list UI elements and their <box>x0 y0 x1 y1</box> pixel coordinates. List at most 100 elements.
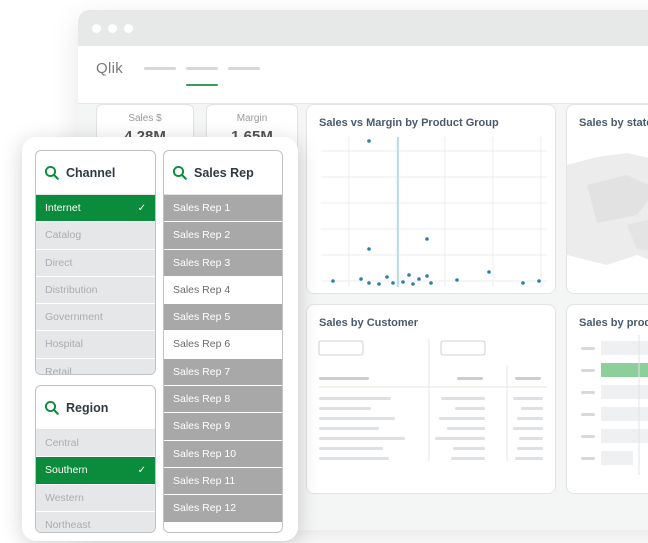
channel-item-retail[interactable]: Retail <box>36 358 155 375</box>
scatter-point[interactable] <box>391 281 395 285</box>
app-header: Qlik <box>78 46 648 104</box>
channel-item-internet[interactable]: Internet ✓ <box>36 195 155 223</box>
window-titlebar <box>78 10 648 46</box>
scatter-point[interactable] <box>537 279 541 283</box>
region-item-central[interactable]: Central <box>36 430 155 458</box>
scatter-point[interactable] <box>367 139 371 143</box>
sales-rep-item-4[interactable]: Sales Rep 4 <box>164 276 282 305</box>
sales-rep-item-label: Sales Rep 5 <box>173 311 231 324</box>
nav-tab-1[interactable] <box>144 67 176 70</box>
product-bar-chart <box>581 335 648 475</box>
sales-rep-item-2[interactable]: Sales Rep 2 <box>164 222 282 250</box>
product-bar-card[interactable]: Sales by prod <box>566 304 648 494</box>
scatter-point[interactable] <box>331 279 335 283</box>
stage: Qlik Sales $ 4.28M Margin 1.65M Sales vs… <box>0 0 648 543</box>
scatter-point[interactable] <box>455 278 459 282</box>
channel-item-label: Catalog <box>45 229 82 242</box>
window-dot-minimize[interactable] <box>108 23 117 33</box>
nav-tab-3[interactable] <box>228 67 260 70</box>
scatter-points <box>331 139 541 286</box>
scatter-point[interactable] <box>401 280 405 284</box>
sales-rep-item-6[interactable]: Sales Rep 6 <box>164 331 282 359</box>
sales-rep-item-5[interactable]: Sales Rep 5 <box>164 304 282 332</box>
region-item-label: Southern <box>45 464 88 477</box>
scatter-point[interactable] <box>377 282 381 286</box>
sales-rep-item-3[interactable]: Sales Rep 3 <box>164 249 282 277</box>
region-header[interactable]: Region <box>36 386 155 430</box>
nav-tab-2[interactable] <box>186 67 218 70</box>
sales-rep-item-label: Sales Rep 6 <box>173 338 231 351</box>
scatter-point[interactable] <box>367 281 371 285</box>
sales-rep-item-1[interactable]: Sales Rep 1 <box>164 195 282 223</box>
scatter-point[interactable] <box>367 247 371 251</box>
region-title: Region <box>66 400 109 415</box>
sales-rep-listbox[interactable]: Sales Rep Sales Rep 1 Sales Rep 2 Sales … <box>163 150 283 533</box>
checkmark-icon: ✓ <box>137 465 146 477</box>
scatter-point[interactable] <box>429 281 433 285</box>
sales-rep-item-8[interactable]: Sales Rep 8 <box>164 386 282 414</box>
sales-rep-item-label: Sales Rep 4 <box>173 283 231 296</box>
sales-rep-item-11[interactable]: Sales Rep 11 <box>164 467 282 496</box>
region-item-southern[interactable]: Southern ✓ <box>36 457 155 485</box>
scatter-point[interactable] <box>385 275 389 279</box>
channel-listbox[interactable]: Channel Internet ✓ Catalog Direct Distrib… <box>35 150 156 375</box>
scatter-card[interactable]: Sales vs Margin by Product Group <box>306 104 556 294</box>
checkmark-icon: ✓ <box>137 203 146 214</box>
customer-filter-box[interactable] <box>440 340 486 356</box>
channel-item-catalog[interactable]: Catalog <box>36 222 155 250</box>
scatter-point[interactable] <box>359 277 363 281</box>
channel-item-label: Direct <box>45 256 73 269</box>
scatter-point[interactable] <box>425 237 429 241</box>
channel-item-direct[interactable]: Direct <box>36 249 155 277</box>
scatter-point[interactable] <box>425 274 429 278</box>
region-listbox[interactable]: Region Central Southern ✓ Western Northea… <box>35 385 156 533</box>
window-dot-maximize[interactable] <box>124 23 133 33</box>
sales-rep-item-10[interactable]: Sales Rep 10 <box>164 440 282 468</box>
qlik-logo: Qlik <box>96 60 124 77</box>
region-item-northeast[interactable]: Northeast <box>36 511 155 532</box>
channel-header[interactable]: Channel <box>36 151 155 195</box>
channel-item-label: Government <box>45 311 103 324</box>
filter-panel: Channel Internet ✓ Catalog Direct Distrib… <box>22 137 298 541</box>
sales-rep-item-label: Sales Rep 9 <box>173 420 231 433</box>
search-icon[interactable] <box>44 400 60 416</box>
sales-rep-item-7[interactable]: Sales Rep 7 <box>164 358 282 387</box>
channel-item-label: Distribution <box>45 283 98 296</box>
region-item-western[interactable]: Western <box>36 484 155 512</box>
search-icon[interactable] <box>172 165 188 181</box>
window-dot-close[interactable] <box>92 23 101 33</box>
sales-rep-item-label: Sales Rep 12 <box>173 502 237 515</box>
state-map-card[interactable]: Sales by state <box>566 104 648 294</box>
sales-rep-item-label: Sales Rep 3 <box>173 256 231 269</box>
sales-rep-item-label: Sales Rep 11 <box>173 474 236 487</box>
channel-title: Channel <box>66 165 116 180</box>
region-item-label: Western <box>45 491 84 504</box>
sales-rep-item-label: Sales Rep 10 <box>173 447 237 460</box>
customer-table <box>318 339 547 461</box>
state-map <box>567 153 648 265</box>
scatter-point[interactable] <box>521 281 525 285</box>
channel-item-government[interactable]: Government <box>36 304 155 332</box>
region-item-label: Central <box>45 437 79 449</box>
region-item-label: Northeast <box>45 518 91 531</box>
channel-item-label: Internet <box>45 202 81 214</box>
channel-item-distribution[interactable]: Distribution <box>36 276 155 305</box>
customer-filter-box[interactable] <box>318 340 364 356</box>
sales-rep-item-label: Sales Rep 7 <box>173 365 231 378</box>
scatter-point[interactable] <box>417 277 421 281</box>
sales-rep-header[interactable]: Sales Rep <box>164 151 282 195</box>
sales-rep-item-label: Sales Rep 8 <box>173 393 231 406</box>
scatter-point[interactable] <box>411 282 415 286</box>
kpi-sales-label: Sales $ <box>128 113 162 124</box>
scatter-point[interactable] <box>487 270 491 274</box>
scatter-point[interactable] <box>407 273 411 277</box>
sales-rep-item-9[interactable]: Sales Rep 9 <box>164 413 282 441</box>
search-icon[interactable] <box>44 165 60 181</box>
customer-table-card[interactable]: Sales by Customer <box>306 304 556 494</box>
nav-tab-active-indicator <box>186 84 218 86</box>
sales-rep-item-12[interactable]: Sales Rep 12 <box>164 495 282 523</box>
product-bar-highlighted[interactable] <box>601 363 648 377</box>
channel-item-hospital[interactable]: Hospital <box>36 331 155 359</box>
channel-item-label: Retail <box>45 365 72 375</box>
sales-rep-title: Sales Rep <box>194 165 254 180</box>
